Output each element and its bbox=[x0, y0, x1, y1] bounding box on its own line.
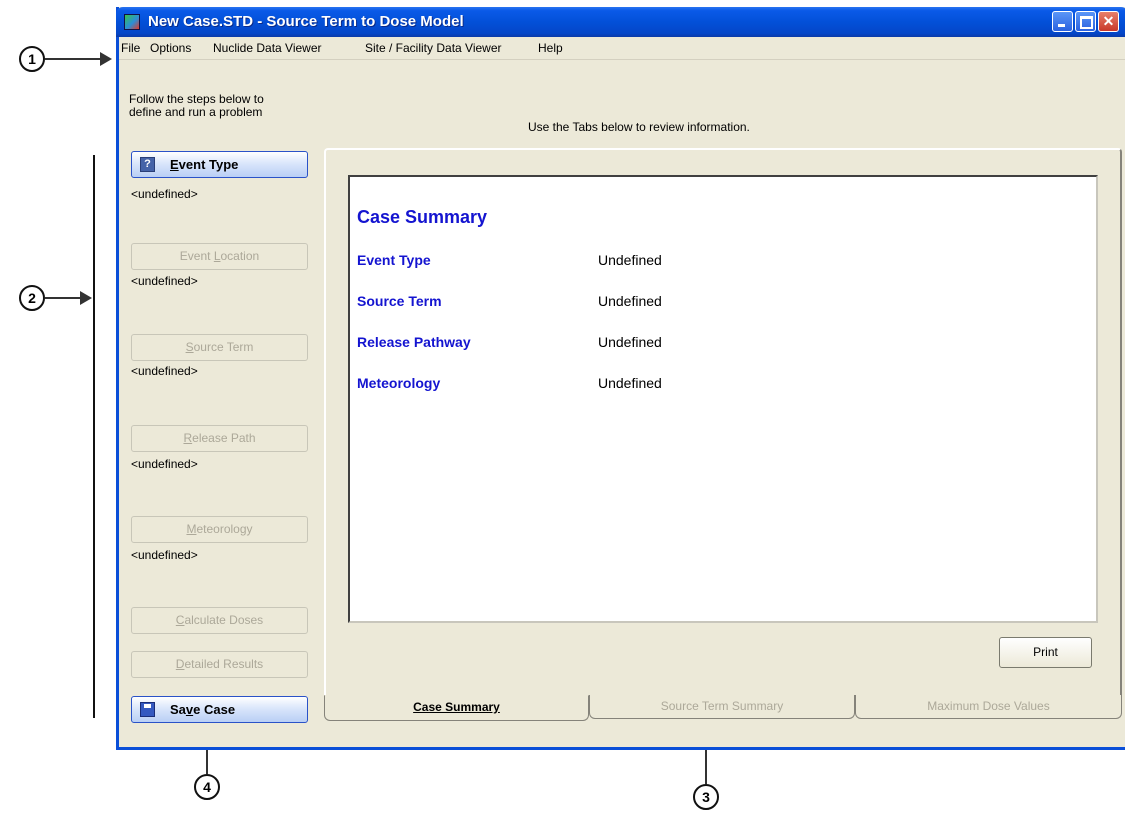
calculate-doses-button[interactable]: Calculate Doses bbox=[131, 607, 308, 634]
tab-source-term-summary[interactable]: Source Term Summary bbox=[589, 695, 855, 719]
menu-nuclide-data-viewer[interactable]: Nuclide Data Viewer bbox=[213, 41, 322, 55]
steps-instructions: Follow the steps below to define and run… bbox=[129, 93, 329, 119]
summary-value-meteorology: Undefined bbox=[598, 375, 662, 391]
release-path-value: <undefined> bbox=[131, 457, 198, 471]
tab-maximum-dose-values[interactable]: Maximum Dose Values bbox=[855, 695, 1122, 719]
summary-label-release-pathway: Release Pathway bbox=[357, 334, 471, 350]
callout-2-arrowhead bbox=[80, 291, 92, 305]
floppy-disk-icon bbox=[140, 702, 155, 717]
event-type-value: <undefined> bbox=[131, 187, 198, 201]
menu-options[interactable]: Options bbox=[150, 41, 191, 55]
callout-3: 3 bbox=[693, 784, 719, 810]
source-term-value: <undefined> bbox=[131, 364, 198, 378]
event-type-label: Event Type bbox=[170, 157, 239, 172]
callout-1-arrow bbox=[45, 58, 100, 60]
detailed-results-button[interactable]: Detailed Results bbox=[131, 651, 308, 678]
event-location-button[interactable]: Event Location bbox=[131, 243, 308, 270]
summary-label-source-term: Source Term bbox=[357, 293, 442, 309]
tab-panel: Case Summary Event Type Undefined Source… bbox=[324, 148, 1122, 705]
print-button[interactable]: Print bbox=[999, 637, 1092, 668]
steps-bracket bbox=[93, 155, 95, 718]
tab-case-summary[interactable]: Case Summary bbox=[324, 695, 589, 721]
app-window: New Case.STD - Source Term to Dose Model… bbox=[116, 7, 1125, 750]
menu-bar: File Options Nuclide Data Viewer Site / … bbox=[119, 37, 1125, 60]
steps-instructions-line2: define and run a problem bbox=[129, 105, 263, 119]
release-path-button[interactable]: Release Path bbox=[131, 425, 308, 452]
menu-site-facility-data-viewer[interactable]: Site / Facility Data Viewer bbox=[365, 41, 502, 55]
callout-2-arrow bbox=[45, 297, 82, 299]
maximize-button[interactable] bbox=[1075, 11, 1096, 32]
event-type-button[interactable]: ? Event Type bbox=[131, 151, 308, 178]
minimize-icon bbox=[1053, 12, 1072, 31]
menu-help[interactable]: Help bbox=[538, 41, 563, 55]
summary-value-source-term: Undefined bbox=[598, 293, 662, 309]
summary-label-meteorology: Meteorology bbox=[357, 375, 441, 391]
window-title: New Case.STD - Source Term to Dose Model bbox=[148, 13, 464, 30]
summary-value-release-pathway: Undefined bbox=[598, 334, 662, 350]
app-icon[interactable] bbox=[124, 14, 140, 30]
save-case-label: Save Case bbox=[170, 702, 236, 717]
tabs-instructions: Use the Tabs below to review information… bbox=[528, 120, 750, 134]
maximize-icon bbox=[1076, 12, 1095, 31]
close-button[interactable]: ✕ bbox=[1098, 11, 1119, 32]
menu-file[interactable]: File bbox=[121, 41, 140, 55]
case-summary-box: Case Summary Event Type Undefined Source… bbox=[348, 175, 1098, 623]
callout-1-arrowhead bbox=[100, 52, 112, 66]
source-term-button[interactable]: Source Term bbox=[131, 334, 308, 361]
summary-label-event-type: Event Type bbox=[357, 252, 431, 268]
title-bar[interactable]: New Case.STD - Source Term to Dose Model… bbox=[116, 7, 1125, 37]
case-summary-title: Case Summary bbox=[357, 207, 488, 227]
callout-4: 4 bbox=[194, 774, 220, 800]
close-icon: ✕ bbox=[1102, 13, 1115, 29]
event-location-value: <undefined> bbox=[131, 274, 198, 288]
callout-2: 2 bbox=[19, 285, 45, 311]
meteorology-button[interactable]: Meteorology bbox=[131, 516, 308, 543]
meteorology-value: <undefined> bbox=[131, 548, 198, 562]
minimize-button[interactable] bbox=[1052, 11, 1073, 32]
help-question-icon: ? bbox=[140, 157, 155, 172]
save-case-button[interactable]: Save Case bbox=[131, 696, 308, 723]
summary-value-event-type: Undefined bbox=[598, 252, 662, 268]
callout-1: 1 bbox=[19, 46, 45, 72]
